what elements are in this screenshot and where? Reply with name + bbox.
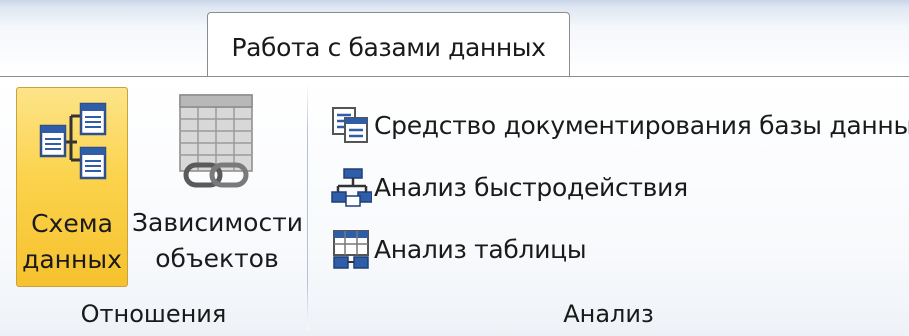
object-dependencies-label: Зависимости объектов [132, 208, 304, 273]
database-schema-label: Схема данных [22, 209, 122, 274]
table-analyzer-label: Анализ таблицы [374, 234, 587, 264]
documenter-icon [332, 107, 368, 143]
database-schema-button[interactable]: Схема данных [16, 87, 128, 287]
performance-analyzer-label: Анализ быстродействия [374, 172, 688, 202]
database-schema-icon [39, 102, 107, 180]
ribbon-panel: Схема данных Зависимости объектов Отноше… [0, 76, 909, 336]
database-documenter-button[interactable]: Средство документирования базы данных [330, 103, 909, 147]
tab-label: Работа с базами данных [231, 33, 546, 62]
performance-analyzer-button[interactable]: Анализ быстродействия [330, 165, 906, 209]
group-separator [307, 83, 308, 331]
performance-analyzer-icon [331, 168, 372, 207]
table-analyzer-icon [333, 230, 369, 269]
table-analyzer-button[interactable]: Анализ таблицы [330, 227, 906, 271]
group-label-relations: Отношения [80, 300, 227, 328]
tab-database-tools[interactable]: Работа с базами данных [207, 12, 570, 78]
object-dependencies-icon [179, 94, 253, 188]
object-dependencies-button[interactable]: Зависимости объектов [132, 87, 304, 287]
tab-strip: Работа с базами данных [0, 0, 909, 78]
group-label-analysis: Анализ [563, 300, 654, 328]
database-documenter-label: Средство документирования базы данных [374, 110, 909, 140]
